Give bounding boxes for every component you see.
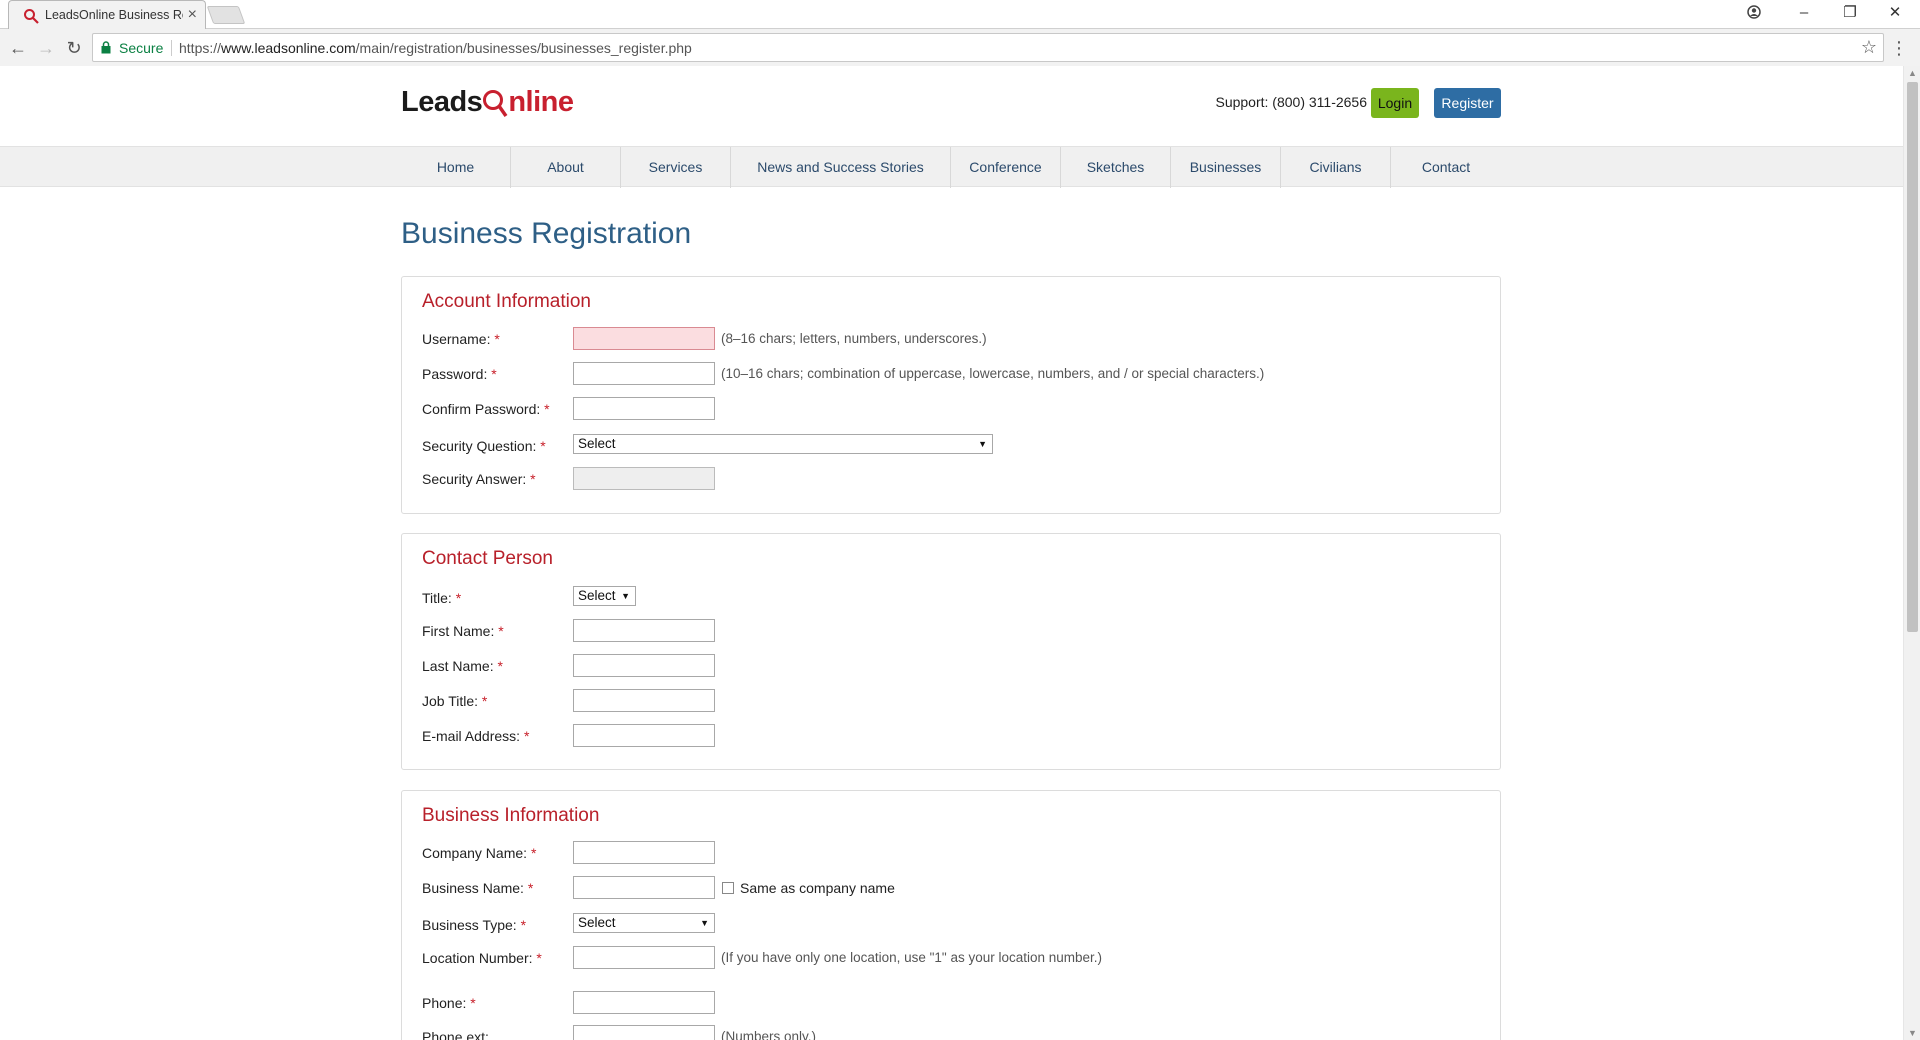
minimize-icon[interactable]: – (1784, 2, 1824, 24)
business-type-label: Business Type: * (422, 917, 527, 933)
leadsonline-logo[interactable]: Leads nline (401, 86, 574, 119)
address-separator (171, 40, 172, 56)
same-as-company-checkbox[interactable] (722, 882, 734, 894)
magnifier-favicon-icon (24, 9, 39, 24)
page-title: Business Registration (401, 217, 692, 250)
business-heading: Business Information (422, 805, 600, 826)
confirm-password-label: Confirm Password: * (422, 401, 550, 417)
nav-item-news[interactable]: News and Success Stories (731, 147, 951, 188)
login-button[interactable]: Login (1371, 88, 1419, 118)
last-name-label: Last Name: * (422, 658, 503, 674)
nav-item-home[interactable]: Home (401, 147, 511, 188)
browser-chrome: LeadsOnline Business Re × – ❐ ✕ ← → ↻ Se… (0, 0, 1920, 66)
security-answer-label: Security Answer: * (422, 471, 536, 487)
location-number-label: Location Number: * (422, 950, 542, 966)
phone-ext-input[interactable] (573, 1025, 715, 1040)
username-input[interactable] (573, 327, 715, 350)
account-heading: Account Information (422, 291, 591, 312)
logo-text-leads: Leads (401, 86, 483, 118)
first-name-label: First Name: * (422, 623, 504, 639)
url-host: www.leadsonline.com (221, 40, 356, 56)
chevron-down-icon: ▼ (978, 439, 987, 449)
business-information-panel: Business Information Company Name: * Bus… (401, 790, 1501, 1040)
scrollbar-thumb[interactable] (1907, 82, 1918, 632)
nav-item-civilians[interactable]: Civilians (1281, 147, 1391, 188)
title-select[interactable]: Select ▼ (573, 586, 636, 606)
secure-label: Secure (119, 40, 164, 56)
browser-toolbar: ← → ↻ Secure https://www.leadsonline.com… (0, 29, 1920, 66)
chevron-down-icon: ▼ (621, 591, 630, 601)
nav-list: Home About Services News and Success Sto… (401, 147, 1501, 188)
business-name-label: Business Name: * (422, 880, 534, 896)
username-hint: (8–16 chars; letters, numbers, underscor… (721, 331, 987, 346)
password-hint: (10–16 chars; combination of uppercase, … (721, 366, 1265, 381)
nav-item-services[interactable]: Services (621, 147, 731, 188)
nav-item-conference[interactable]: Conference (951, 147, 1061, 188)
browser-tab[interactable]: LeadsOnline Business Re × (8, 0, 206, 29)
location-number-hint: (If you have only one location, use "1" … (721, 950, 1103, 965)
tab-strip: LeadsOnline Business Re × – ❐ ✕ (0, 0, 1920, 29)
password-input[interactable] (573, 362, 715, 385)
nav-item-about[interactable]: About (511, 147, 621, 188)
register-button[interactable]: Register (1434, 88, 1501, 118)
reload-icon[interactable]: ↻ (61, 35, 87, 61)
forward-icon[interactable]: → (33, 35, 59, 61)
security-answer-input[interactable] (573, 467, 715, 490)
logo-magnifier-icon (483, 90, 508, 118)
phone-ext-hint: (Numbers only.) (721, 1029, 817, 1040)
scroll-down-icon[interactable]: ▼ (1908, 1028, 1917, 1038)
nav-item-businesses[interactable]: Businesses (1171, 147, 1281, 188)
support-phone: Support: (800) 311-2656 (1215, 94, 1367, 110)
same-as-company-label[interactable]: Same as company name (740, 880, 895, 896)
site-header: Leads nline Support: (800) 311-2656 Login… (401, 78, 1501, 134)
last-name-input[interactable] (573, 654, 715, 677)
restore-icon[interactable]: ❐ (1830, 2, 1870, 24)
chevron-down-icon: ▼ (700, 918, 709, 928)
back-icon[interactable]: ← (5, 35, 31, 61)
new-tab-button[interactable] (206, 6, 246, 24)
url-path: /main/registration/businesses/businesses… (355, 40, 692, 56)
page-content: Leads nline Support: (800) 311-2656 Login… (0, 66, 1903, 1040)
business-name-input[interactable] (573, 876, 715, 899)
password-label: Password: * (422, 366, 497, 382)
window-close-icon[interactable]: ✕ (1875, 2, 1915, 24)
scroll-up-icon[interactable]: ▲ (1908, 68, 1917, 78)
bookmark-star-icon[interactable]: ☆ (1861, 37, 1877, 58)
confirm-password-input[interactable] (573, 397, 715, 420)
business-type-select[interactable]: Select ▼ (573, 913, 715, 933)
logo-text-online: nline (508, 86, 574, 118)
title-label: Title: * (422, 590, 462, 606)
browser-menu-icon[interactable]: ⋮ (1890, 35, 1908, 61)
account-information-panel: Account Information Username: * (8–16 ch… (401, 276, 1501, 514)
phone-ext-label: Phone ext: (422, 1029, 489, 1040)
first-name-input[interactable] (573, 619, 715, 642)
main-nav: Home About Services News and Success Sto… (0, 146, 1903, 188)
email-label: E-mail Address: * (422, 728, 530, 744)
security-question-label: Security Question: * (422, 438, 546, 454)
nav-item-sketches[interactable]: Sketches (1061, 147, 1171, 188)
location-number-input[interactable] (573, 946, 715, 969)
job-title-input[interactable] (573, 689, 715, 712)
profile-icon[interactable] (1734, 2, 1774, 24)
page-scrollbar[interactable]: ▲ ▼ (1903, 66, 1920, 1040)
security-question-select[interactable]: Select ▼ (573, 434, 993, 454)
nav-item-contact[interactable]: Contact (1391, 147, 1501, 188)
tab-close-icon[interactable]: × (188, 6, 197, 24)
address-bar[interactable]: Secure https://www.leadsonline.com/main/… (92, 33, 1884, 62)
contact-heading: Contact Person (422, 548, 553, 569)
phone-label: Phone: * (422, 995, 476, 1011)
url-text: https://www.leadsonline.com/main/registr… (179, 40, 692, 56)
company-name-label: Company Name: * (422, 845, 537, 861)
url-scheme: https:// (179, 40, 222, 56)
lock-icon (101, 41, 111, 54)
contact-person-panel: Contact Person Title: * Select ▼ First Na… (401, 533, 1501, 770)
phone-input[interactable] (573, 991, 715, 1014)
job-title-label: Job Title: * (422, 693, 488, 709)
tab-title: LeadsOnline Business Re (45, 8, 183, 22)
username-label: Username: * (422, 331, 500, 347)
company-name-input[interactable] (573, 841, 715, 864)
email-field[interactable] (573, 724, 715, 747)
